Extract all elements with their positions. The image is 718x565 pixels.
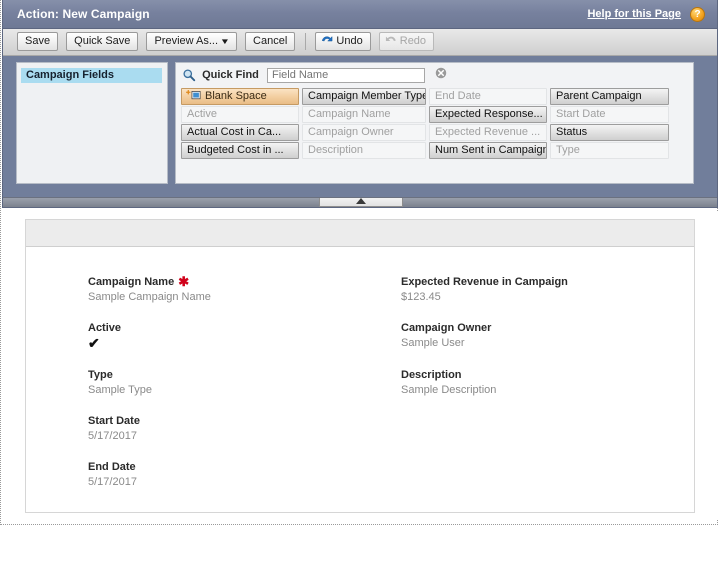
builder-titlebar: Action: New Campaign Help for this Page … xyxy=(3,0,717,29)
form-column-right: Expected Revenue in Campaign $123.45 Cam… xyxy=(401,275,701,414)
quick-find-bar: Quick Find xyxy=(176,63,693,89)
form-field-label: Start Date xyxy=(88,415,140,427)
undo-label: Undo xyxy=(336,35,363,47)
card-header-band xyxy=(26,220,694,247)
form-field-label: Description xyxy=(401,369,462,381)
palette-field-type: Type xyxy=(550,142,669,159)
form-field-description[interactable]: Description Sample Description xyxy=(401,368,701,397)
form-field-start-date[interactable]: Start Date 5/17/2017 xyxy=(88,414,378,443)
toolbar-separator xyxy=(305,33,307,50)
redo-arrow-icon xyxy=(384,33,398,47)
palette-splitter[interactable] xyxy=(3,197,717,207)
palette-field-expected-response[interactable]: Expected Response... xyxy=(429,106,547,123)
form-field-value: Sample Type xyxy=(88,384,153,396)
form-field-value: Sample Campaign Name xyxy=(88,291,211,303)
sidebar-item-label: Campaign Fields xyxy=(26,69,115,81)
form-field-label: End Date xyxy=(88,461,136,473)
splitter-collapse-handle[interactable] xyxy=(319,198,403,207)
help-for-this-page-link[interactable]: Help for this Page xyxy=(587,8,681,20)
layout-preview-pane: Campaign Name ✱ Sample Campaign Name Acti… xyxy=(2,212,718,520)
preview-as-button[interactable]: Preview As... ▼ xyxy=(146,32,237,51)
form-field-value: 5/17/2017 xyxy=(88,476,137,488)
undo-button[interactable]: Undo xyxy=(315,32,371,51)
palette-field-parent-campaign[interactable]: Parent Campaign xyxy=(550,88,669,105)
builder-toolbar: Save Quick Save Preview As... ▼ Cancel Un… xyxy=(3,29,717,56)
sidebar-item-campaign-fields[interactable]: Campaign Fields xyxy=(21,68,162,83)
field-grid-row: Blank Space Campaign Member Type End Dat… xyxy=(181,88,689,105)
quick-find-input[interactable] xyxy=(266,68,425,83)
palette-field-num-sent-in-campaign[interactable]: Num Sent in Campaign xyxy=(429,142,547,159)
palette-field-actual-cost[interactable]: Actual Cost in Ca... xyxy=(181,124,299,141)
form-field-label-text: Campaign Name xyxy=(88,276,175,288)
palette-field-campaign-owner: Campaign Owner xyxy=(302,124,426,141)
palette-field-blank-space[interactable]: Blank Space xyxy=(181,88,299,105)
palette-field-campaign-member-type[interactable]: Campaign Member Type xyxy=(302,88,426,105)
form-field-value: Sample Description xyxy=(401,384,497,396)
redo-button: Redo xyxy=(378,32,435,51)
form-field-value: $123.45 xyxy=(401,291,441,303)
form-field-label: Campaign Name ✱ xyxy=(88,275,378,289)
save-button[interactable]: Save xyxy=(17,32,59,51)
palette-field-campaign-name: Campaign Name xyxy=(302,106,426,123)
form-field-type[interactable]: Type Sample Type xyxy=(88,368,378,397)
layout-builder-frame: Action: New Campaign Help for this Page … xyxy=(2,0,718,208)
required-asterisk-icon: ✱ xyxy=(178,274,190,289)
form-field-label: Active xyxy=(88,322,122,334)
palette-field-status[interactable]: Status xyxy=(550,124,669,141)
clear-search-icon[interactable] xyxy=(435,67,447,79)
quick-find-label: Quick Find xyxy=(202,69,259,81)
search-icon xyxy=(182,68,196,82)
quick-save-button[interactable]: Quick Save xyxy=(66,32,139,51)
page-title: Action: New Campaign xyxy=(17,7,150,21)
form-field-active[interactable]: Active ✔ xyxy=(88,321,378,351)
form-column-left: Campaign Name ✱ Sample Campaign Name Acti… xyxy=(88,275,378,506)
form-field-campaign-name[interactable]: Campaign Name ✱ Sample Campaign Name xyxy=(88,275,378,304)
palette-field-label: Blank Space xyxy=(205,90,267,102)
triangle-up-icon xyxy=(356,198,366,204)
field-grid-row: Budgeted Cost in ... Description Num Sen… xyxy=(181,142,689,159)
form-field-end-date[interactable]: End Date 5/17/2017 xyxy=(88,460,378,489)
palette-field-end-date: End Date xyxy=(429,88,547,105)
palette-field-description: Description xyxy=(302,142,426,159)
undo-arrow-icon xyxy=(320,33,334,47)
preview-as-label: Preview As... xyxy=(154,35,219,47)
palette-field-expected-revenue: Expected Revenue ... xyxy=(429,124,547,141)
record-detail-card: Campaign Name ✱ Sample Campaign Name Acti… xyxy=(25,219,695,513)
record-form: Campaign Name ✱ Sample Campaign Name Acti… xyxy=(26,247,694,565)
field-grid-row: Active Campaign Name Expected Response..… xyxy=(181,106,689,123)
palette-region: Campaign Fields Quick Find Field Name Bl… xyxy=(3,55,717,200)
page-root: Action: New Campaign Help for this Page … xyxy=(0,0,718,525)
palette-field-budgeted-cost[interactable]: Budgeted Cost in ... xyxy=(181,142,299,159)
field-grid-row: Actual Cost in Ca... Campaign Owner Expe… xyxy=(181,124,689,141)
field-grid: Blank Space Campaign Member Type End Dat… xyxy=(181,88,689,160)
blank-space-icon xyxy=(185,89,203,101)
form-field-value: Sample User xyxy=(401,337,465,349)
form-field-campaign-owner[interactable]: Campaign Owner Sample User xyxy=(401,321,701,350)
form-field-label: Campaign Owner xyxy=(401,322,492,334)
field-category-list: Campaign Fields xyxy=(16,62,168,184)
redo-label: Redo xyxy=(399,35,427,47)
cancel-button[interactable]: Cancel xyxy=(245,32,296,51)
form-field-label: Type xyxy=(88,369,113,381)
form-field-expected-revenue-in-campaign[interactable]: Expected Revenue in Campaign $123.45 xyxy=(401,275,701,304)
help-question-icon[interactable]: ? xyxy=(690,7,705,22)
palette-field-start-date: Start Date xyxy=(550,106,669,123)
palette-field-active: Active xyxy=(181,106,299,123)
field-palette-panel: Quick Find Field Name Blank Space Campai… xyxy=(175,62,694,184)
form-field-value: 5/17/2017 xyxy=(88,430,137,442)
checkmark-icon: ✔ xyxy=(88,335,100,351)
chevron-down-icon: ▼ xyxy=(219,37,231,46)
form-field-label: Expected Revenue in Campaign xyxy=(401,276,568,288)
